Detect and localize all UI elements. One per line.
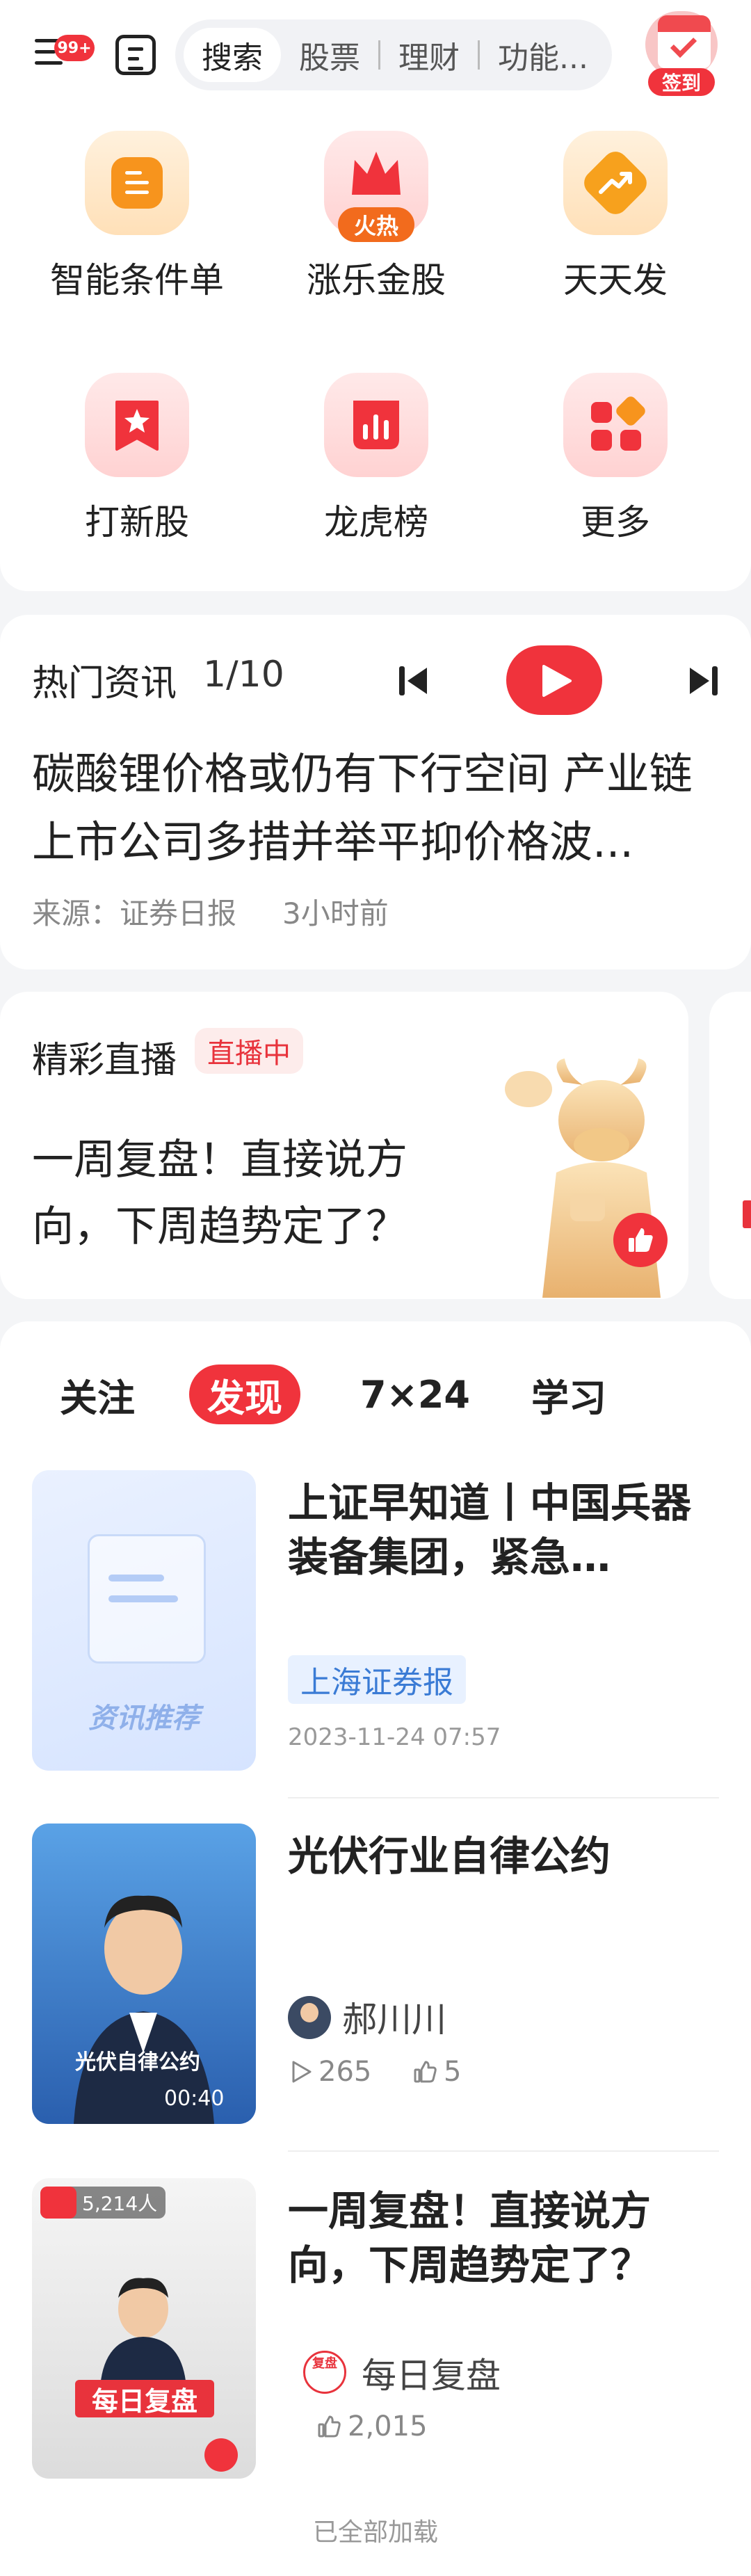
live-title: 精彩直播 bbox=[32, 1040, 177, 1081]
tab-follow[interactable]: 关注 bbox=[60, 1365, 135, 1424]
grid-item-label: 龙虎榜 bbox=[324, 502, 428, 542]
feed-item-title[interactable]: 一周复盘！直接说方向，下周趋势定了？ bbox=[288, 2184, 719, 2292]
grid-item-label: 打新股 bbox=[85, 502, 189, 542]
live-bars-icon bbox=[40, 2187, 76, 2219]
grid-item-golden-stocks[interactable]: 火热 涨乐金股 bbox=[284, 117, 451, 300]
thumbs-up-icon bbox=[318, 2415, 341, 2438]
signin-button[interactable]: 签到 bbox=[643, 11, 720, 96]
divider bbox=[288, 1797, 719, 1798]
news-source: 来源：证券日报 bbox=[32, 896, 237, 931]
video-duration: 00:40 bbox=[164, 2086, 225, 2111]
source-tag: 上海证券报 bbox=[288, 1655, 466, 1704]
hot-news-counter: 1/10 bbox=[203, 654, 284, 695]
search-bar[interactable]: 搜索 股票 理财 功能... bbox=[175, 19, 612, 90]
hot-news-card[interactable]: 热门资讯 1/10 碳酸锂价格或仍有下行空间 产业链上市公司多措并举平抑价格波.… bbox=[0, 615, 751, 969]
grid-item-label: 天天发 bbox=[563, 260, 668, 300]
star-bookmark-icon bbox=[85, 373, 189, 477]
next-live-card-peek[interactable] bbox=[709, 992, 751, 1299]
like-count[interactable]: 2,015 bbox=[317, 2410, 428, 2442]
grid-item-smart-order[interactable]: 智能条件单 bbox=[45, 117, 224, 300]
tab-study[interactable]: 学习 bbox=[531, 1365, 606, 1424]
thumb-headline: 每日复盘 bbox=[75, 2380, 214, 2417]
feed-item-date: 2023-11-24 07:57 bbox=[288, 1723, 501, 1751]
grid-item-label: 涨乐金股 bbox=[307, 260, 446, 300]
smart-order-icon bbox=[85, 131, 189, 235]
feed-footer: 已全部加载 bbox=[312, 2518, 438, 2547]
news-headline[interactable]: 碳酸锂价格或仍有下行空间 产业链上市公司多措并举平抑价格波... bbox=[32, 740, 727, 876]
view-count: 265 bbox=[288, 2056, 371, 2088]
play-button[interactable] bbox=[506, 645, 602, 715]
tab-discover[interactable]: 发现 bbox=[189, 1365, 300, 1424]
grid-item-daily[interactable]: 天天发 bbox=[523, 117, 690, 300]
grid-item-ipo[interactable]: 打新股 bbox=[45, 359, 211, 542]
divider bbox=[288, 2150, 719, 2152]
hot-news-title: 热门资讯 bbox=[32, 663, 177, 705]
grid-item-more[interactable]: 更多 bbox=[523, 359, 690, 542]
author-name[interactable]: 每日复盘 bbox=[362, 2348, 501, 2398]
signin-label: 签到 bbox=[648, 68, 715, 96]
live-replay-thumbnail[interactable]: 5,214人 每日复盘 bbox=[32, 2178, 256, 2479]
news-thumbnail[interactable]: 资讯推荐 bbox=[32, 1470, 256, 1771]
video-caption: 光伏自律公约 bbox=[75, 2050, 200, 2075]
grid-item-label: 更多 bbox=[581, 502, 650, 542]
like-count-value: 5 bbox=[444, 2056, 462, 2088]
like-count[interactable]: 5 bbox=[413, 2056, 461, 2088]
live-stream-title: 一周复盘！直接说方向，下周趋势定了？ bbox=[32, 1136, 407, 1251]
more-apps-icon bbox=[563, 373, 668, 477]
live-status-tag: 直播中 bbox=[195, 1028, 303, 1074]
quick-access-grid: 智能条件单 火热 涨乐金股 天天发 打新股 龙虎榜 更多 bbox=[0, 104, 751, 591]
search-tab-functions[interactable]: 功能... bbox=[480, 28, 606, 82]
feed-item-title[interactable]: 上证早知道丨中国兵器装备集团，紧急… bbox=[288, 1476, 719, 1584]
search-tab-stocks[interactable]: 股票 bbox=[281, 28, 378, 82]
play-outline-icon bbox=[292, 2061, 312, 2083]
thumb-caption: 资讯推荐 bbox=[88, 1702, 200, 1734]
hot-badge: 火热 bbox=[338, 207, 414, 242]
like-icon[interactable] bbox=[613, 1213, 668, 1267]
avatar-logo-text: 复盘 bbox=[312, 2356, 337, 2371]
next-icon[interactable] bbox=[687, 663, 719, 698]
search-tab-search[interactable]: 搜索 bbox=[184, 28, 281, 82]
thumbs-up-icon bbox=[414, 2061, 437, 2083]
trend-up-icon bbox=[563, 131, 668, 235]
video-thumbnail[interactable]: 光伏自律公约 00:40 bbox=[32, 1824, 256, 2124]
content-feed: 关注 发现 7×24 学习 资讯推荐 上证早知道丨中国兵器装备集团，紧急… 上海… bbox=[0, 1321, 751, 2576]
news-time: 3小时前 bbox=[282, 896, 389, 931]
avatar[interactable]: 复盘 bbox=[303, 2351, 346, 2394]
grid-item-dragon-tiger[interactable]: 龙虎榜 bbox=[284, 359, 451, 542]
author-name[interactable]: 郝川川 bbox=[342, 1992, 446, 2042]
feed-item-title[interactable]: 光伏行业自律公约 bbox=[288, 1829, 719, 1883]
top-bar: 99+ 搜索 股票 理财 功能... 签到 bbox=[0, 0, 751, 104]
bar-chart-icon bbox=[324, 373, 428, 477]
notification-badge: 99+ bbox=[54, 35, 95, 61]
watchlist-note-icon[interactable] bbox=[115, 35, 156, 75]
search-tab-wealth[interactable]: 理财 bbox=[380, 28, 478, 82]
like-icon bbox=[204, 2438, 238, 2472]
fire-crown-icon: 火热 bbox=[324, 131, 428, 242]
play-icon bbox=[542, 665, 572, 697]
like-count-value: 2,015 bbox=[348, 2410, 428, 2442]
avatar[interactable] bbox=[288, 1996, 331, 2039]
previous-icon[interactable] bbox=[398, 663, 430, 698]
view-count-value: 265 bbox=[318, 2056, 372, 2088]
tab-7x24[interactable]: 7×24 bbox=[360, 1365, 470, 1424]
live-stream-card[interactable]: 精彩直播 直播中 一周复盘！直接说方向，下周趋势定了？ bbox=[0, 992, 688, 1299]
grid-item-label: 智能条件单 bbox=[50, 260, 224, 300]
